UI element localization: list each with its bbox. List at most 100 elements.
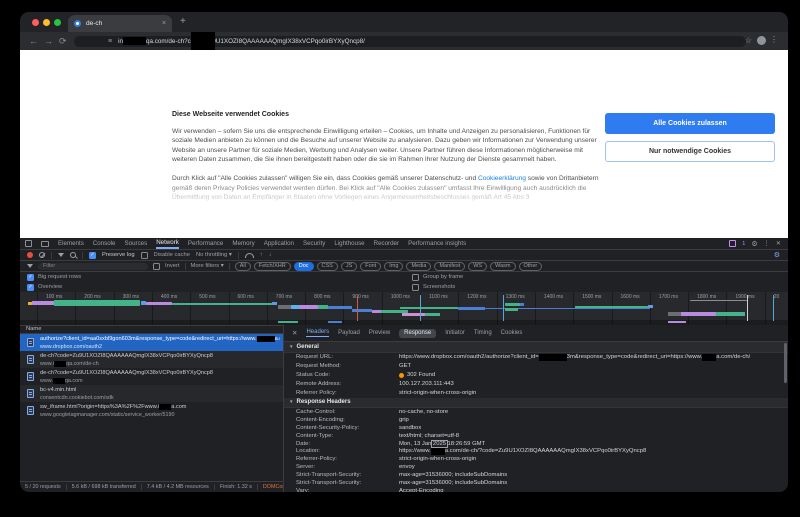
filter-chip-ws[interactable]: WS (468, 262, 487, 271)
import-har-icon[interactable]: ↑ (260, 252, 263, 258)
invert-checkbox[interactable] (153, 263, 160, 270)
filter-chip-font[interactable]: Font (360, 262, 381, 271)
filter-chip-media[interactable]: Media (406, 262, 431, 271)
network-request-row[interactable]: bc-v4.min.htmlconsentcdn.cookiebot.com/s… (20, 385, 283, 402)
tab-close-icon[interactable]: × (162, 20, 166, 27)
address-bar[interactable]: ≡ inqa.com/de-ch?code=Zu9U1XOZI8QAAAAAAQ… (74, 36, 746, 47)
throttling-select[interactable]: No throttling ▾ (196, 252, 232, 258)
header-value: strict-origin-when-cross-origin (399, 390, 476, 396)
header-value: sandbox (399, 425, 421, 431)
bookmark-star-icon[interactable]: ☆ (745, 36, 752, 45)
disable-cache-checkbox[interactable] (141, 252, 148, 259)
devtools-tab-memory[interactable]: Memory (232, 238, 254, 249)
reload-icon[interactable]: ⟳ (59, 36, 67, 46)
detail-tab-timing[interactable]: Timing (474, 330, 492, 336)
detail-close-icon[interactable]: ✕ (292, 329, 297, 337)
devtools-tab-lighthouse[interactable]: Lighthouse (334, 238, 364, 249)
close-window-button[interactable] (32, 19, 39, 26)
devtools-tab-sources[interactable]: Sources (125, 238, 148, 249)
filter-chip-doc[interactable]: Doc (294, 262, 314, 271)
network-request-row[interactable]: sw_iframe.html?origin=https%3A%2F%2Fwww.… (20, 402, 283, 419)
header-row: Status Code:302 Found (284, 371, 788, 380)
devtools-tab-recorder[interactable]: Recorder (374, 238, 399, 249)
browser-tab[interactable]: de-ch × (68, 15, 172, 32)
new-tab-button[interactable]: + (180, 17, 186, 27)
network-overview-timeline[interactable]: 100 ms200 ms300 ms400 ms500 ms600 ms700 … (20, 292, 788, 326)
necessary-cookies-only-button[interactable]: Nur notwendige Cookies (605, 141, 775, 162)
devtools-more-icon[interactable]: ⋮ (764, 240, 770, 247)
minimize-window-button[interactable] (43, 19, 50, 26)
detail-tab-preview[interactable]: Preview (369, 330, 390, 336)
detail-tab-headers[interactable]: Headers (306, 329, 329, 337)
filter-chip-js[interactable]: JS (341, 262, 357, 271)
scrollbar[interactable] (784, 343, 787, 383)
devtools-tab-elements[interactable]: Elements (58, 238, 84, 249)
detail-tab-initiator[interactable]: Initiator (445, 330, 465, 336)
cookie-declaration-link[interactable]: Cookieerklärung (478, 175, 526, 182)
detail-tab-payload[interactable]: Payload (338, 330, 360, 336)
zoom-window-button[interactable] (54, 19, 61, 26)
filter-chip-wasm[interactable]: Wasm (490, 262, 515, 271)
profile-avatar[interactable] (757, 36, 766, 45)
section-header[interactable]: ▾Response Headers (284, 398, 788, 409)
overview-checkbox[interactable]: ✓ (27, 284, 34, 291)
waterfall-bar (505, 303, 520, 306)
devtools-tab-network[interactable]: Network (156, 238, 179, 249)
filter-chip-other[interactable]: Other (519, 262, 543, 271)
clear-network-log-icon[interactable] (39, 252, 45, 258)
redaction-box (702, 354, 716, 361)
big-request-rows-checkbox[interactable]: ✓ (27, 274, 34, 281)
devtools-tab-performance-insights[interactable]: Performance insights (408, 238, 466, 249)
screenshots-checkbox[interactable] (412, 284, 419, 291)
record-network-log-button[interactable] (27, 252, 33, 258)
devtools-tab-console[interactable]: Console (93, 238, 116, 249)
preserve-log-checkbox[interactable]: ✓ (89, 252, 96, 259)
more-filters-dropdown[interactable]: More filters ▾ (191, 263, 224, 269)
tune-icon[interactable]: ≡ (108, 38, 112, 45)
devtools-panel: Elements Console Sources Network Performance… (20, 238, 788, 492)
filter-chip-img[interactable]: Img (384, 262, 403, 271)
network-request-row[interactable]: authorize?client_id=aa0sxbl9gon603m&resp… (20, 334, 283, 351)
devtools-close-icon[interactable]: ✕ (776, 240, 781, 247)
filter-chip-fetch-xhr[interactable]: Fetch/XHR (254, 262, 291, 271)
devtools-tab-security[interactable]: Security (303, 238, 325, 249)
text-segment: a.com/de-ch/ (716, 354, 750, 360)
waterfall-bar (54, 300, 140, 306)
chevron-down-icon: ▾ (229, 252, 232, 258)
timeline-tick-label: 900 ms (352, 294, 368, 300)
browser-menu-icon[interactable]: ⋮ (770, 35, 778, 44)
detail-tab-cookies[interactable]: Cookies (501, 330, 523, 336)
search-icon[interactable] (70, 252, 76, 258)
text-segment: www.googletagmanager.com/static/service_… (40, 412, 175, 418)
name-column-header[interactable]: Name (20, 325, 283, 334)
back-icon[interactable]: ← (29, 36, 38, 46)
filter-chip-css[interactable]: CSS (317, 262, 338, 271)
request-domain: www.dropbox.com/oauth2 (40, 344, 280, 350)
devtools-settings-gear-icon[interactable]: ⚙ (751, 240, 757, 248)
devtools-tab-performance[interactable]: Performance (188, 238, 223, 249)
accept-all-cookies-button[interactable]: Alle Cookies zulassen (605, 113, 775, 134)
export-har-icon[interactable]: ↓ (269, 252, 272, 258)
filter-input[interactable] (38, 263, 148, 270)
filter-icon[interactable] (58, 253, 64, 257)
filter-chip-all[interactable]: All (235, 262, 251, 271)
waterfall-bar (299, 305, 318, 309)
text-segment: www.dropbox.com/oauth2 (40, 344, 102, 350)
section-header[interactable]: ▾General (284, 342, 788, 353)
devtools-tab-application[interactable]: Application (264, 238, 294, 249)
inspect-element-icon[interactable] (25, 240, 32, 247)
network-settings-gear-icon[interactable]: ⚙ (774, 251, 780, 259)
header-value: grip (399, 417, 409, 423)
network-request-row[interactable]: de-ch?code=Zu9U1XOZI8QAAAAAAQmgIX38xVCPq… (20, 368, 283, 385)
network-conditions-icon[interactable] (245, 253, 254, 258)
group-by-frame-checkbox[interactable] (412, 274, 419, 281)
document-icon (27, 406, 34, 415)
network-request-row[interactable]: de-ch?code=Zu9U1XOZI8QAAAAAAQmgIX38xVCPq… (20, 351, 283, 368)
filter-chip-manifest[interactable]: Manifest (434, 262, 465, 271)
device-toolbar-icon[interactable] (41, 241, 49, 247)
text-segment: strict-origin-when-cross-origin (399, 456, 476, 462)
timeline-tick-label: 1600 ms (621, 294, 640, 300)
forward-icon[interactable]: → (44, 36, 53, 46)
detail-tab-response[interactable]: Response (399, 329, 436, 338)
issues-icon[interactable] (729, 240, 736, 247)
